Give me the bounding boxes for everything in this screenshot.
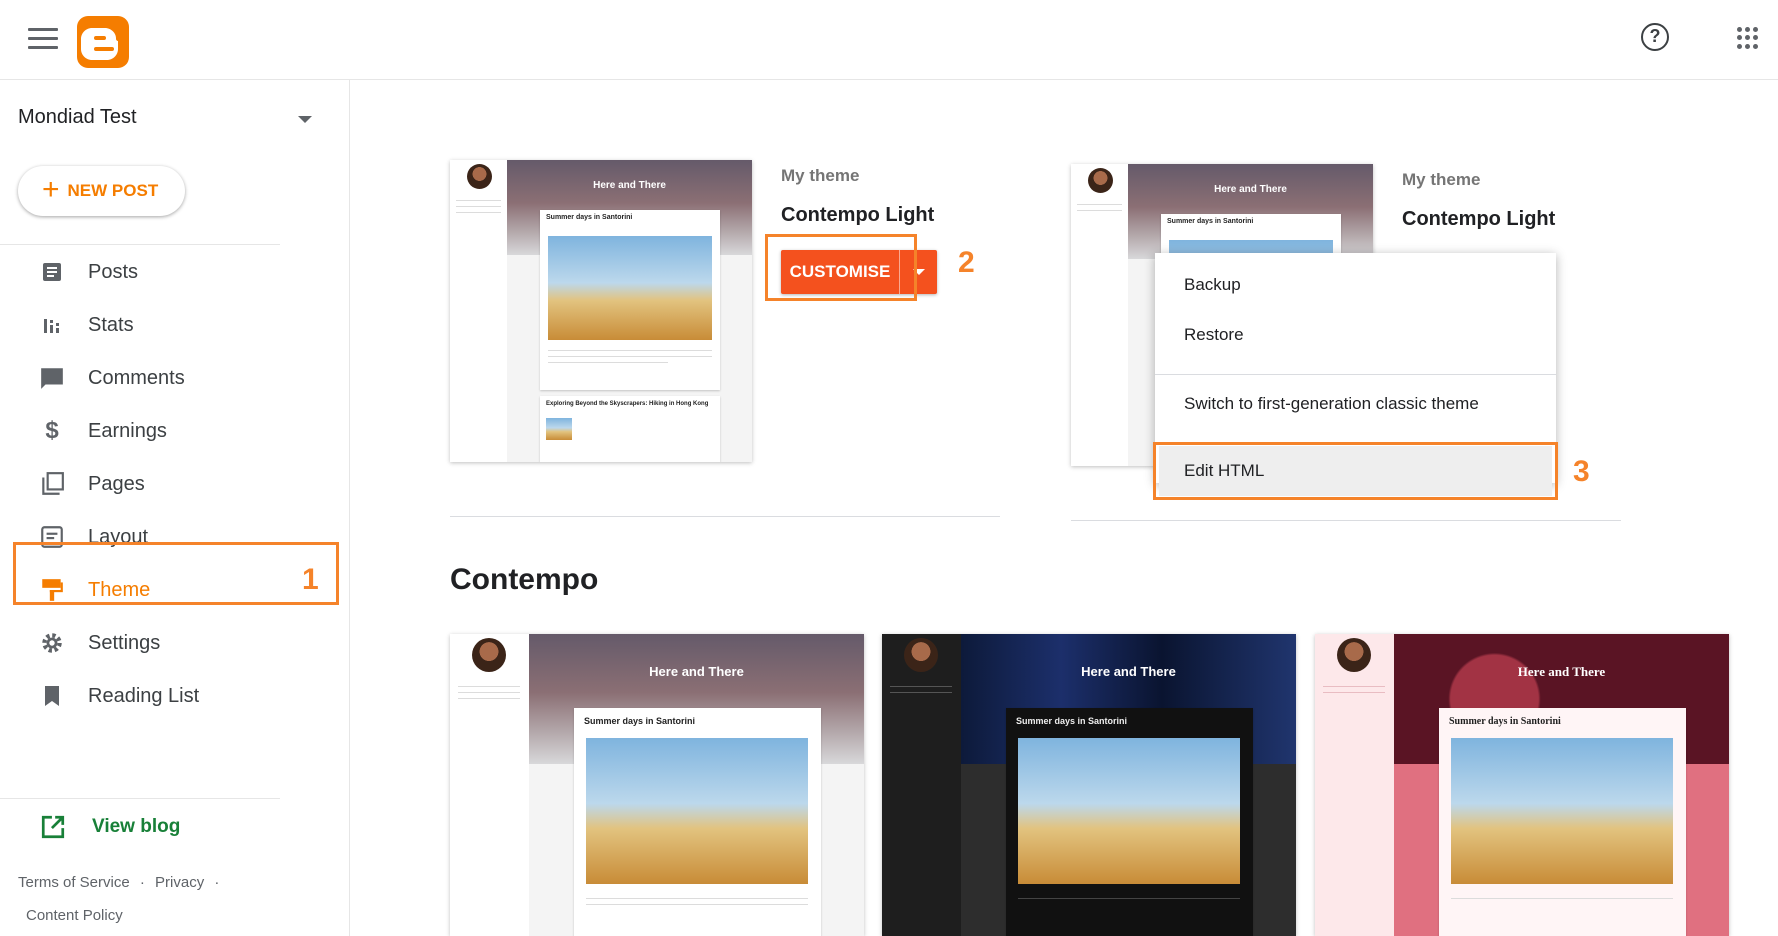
menu-divider <box>1155 374 1556 375</box>
view-blog-label: View blog <box>92 816 181 837</box>
divider <box>1071 520 1621 521</box>
sidebar-item-label: Settings <box>88 631 161 654</box>
separator-dot: · <box>139 874 145 891</box>
theme-highlight-box <box>13 542 339 605</box>
step-3-marker: 3 <box>1573 455 1590 488</box>
divider <box>450 516 1000 517</box>
sidebar-item-label: Reading List <box>88 684 200 707</box>
footer-links: Terms of Service · Privacy · Content Pol… <box>18 866 318 932</box>
menu-item-switch-classic[interactable]: Switch to first-generation classic theme <box>1155 379 1556 429</box>
separator-dot: · <box>214 874 220 891</box>
blog-selector-caret-icon[interactable] <box>298 116 312 123</box>
sidebar-item-settings[interactable]: Settings <box>38 621 338 665</box>
blogger-logo[interactable] <box>77 16 129 68</box>
plus-icon: + <box>42 172 60 206</box>
current-theme-name: Contempo Light <box>781 204 935 226</box>
thumb-post-title: Summer days in Santorini <box>584 716 696 726</box>
menu-item-backup[interactable]: Backup <box>1155 260 1556 310</box>
sidebar-item-earnings[interactable]: $ Earnings <box>38 409 338 453</box>
my-theme-label: My theme <box>1402 170 1481 189</box>
my-theme-label: My theme <box>781 166 860 185</box>
sidebar-item-label: Comments <box>88 366 185 389</box>
bookmark-icon <box>38 682 66 710</box>
current-theme-name: Contempo Light <box>1402 208 1556 230</box>
blog-selector[interactable]: Mondiad Test <box>18 106 137 129</box>
sidebar-item-label: Pages <box>88 472 145 495</box>
customise-highlight-box <box>765 234 917 301</box>
thumb-post-title: Summer days in Santorini <box>1016 716 1128 726</box>
view-blog-link[interactable]: View blog <box>40 814 180 840</box>
pages-icon <box>38 470 66 498</box>
top-bar: ? <box>0 0 1778 80</box>
sidebar-item-pages[interactable]: Pages <box>38 462 338 506</box>
sidebar-item-label: Stats <box>88 313 134 336</box>
sidebar-item-comments[interactable]: Comments <box>38 356 338 400</box>
new-post-label: NEW POST <box>67 181 159 200</box>
thumb-blog-title: Here and There <box>1517 664 1606 679</box>
theme-thumb-contempo-dark[interactable]: Here and There Summer days in Santorini <box>882 634 1296 936</box>
sidebar: Mondiad Test + NEW POST Posts Stats Comm… <box>0 80 350 936</box>
sidebar-item-stats[interactable]: Stats <box>38 303 338 347</box>
new-post-button[interactable]: + NEW POST <box>18 166 185 216</box>
privacy-link[interactable]: Privacy <box>155 874 204 891</box>
thumb-post-title: Summer days in Santorini <box>1167 218 1254 225</box>
hamburger-icon[interactable] <box>28 28 58 52</box>
dollar-icon: $ <box>45 417 59 444</box>
terms-link[interactable]: Terms of Service <box>18 874 130 891</box>
theme-thumb-contempo-rose[interactable]: Here and There Summer days in Santorini <box>1315 634 1729 936</box>
theme-thumb-contempo-light[interactable]: Here and There Summer days in Santorini <box>450 634 864 936</box>
menu-item-restore[interactable]: Restore <box>1155 310 1556 360</box>
thumb-blog-title: Here and There <box>649 664 744 679</box>
posts-icon <box>38 258 66 286</box>
content-policy-link[interactable]: Content Policy <box>26 907 123 924</box>
stats-icon <box>38 311 66 339</box>
gear-icon <box>38 629 66 657</box>
sidebar-item-label: Posts <box>88 260 139 283</box>
current-theme-thumbnail[interactable]: Here and There Summer days in Santorini … <box>450 160 752 462</box>
divider <box>0 244 280 245</box>
step-2-marker: 2 <box>958 246 975 279</box>
open-external-icon <box>40 814 66 840</box>
thumb-post-title: Summer days in Santorini <box>1449 716 1561 727</box>
sidebar-item-reading-list[interactable]: Reading List <box>38 674 338 718</box>
divider <box>0 798 280 799</box>
thumb-blog-title: Here and There <box>1214 184 1287 195</box>
edit-html-highlight-box <box>1153 442 1558 500</box>
comments-icon <box>38 364 66 392</box>
thumb-post-title: Summer days in Santorini <box>546 214 633 221</box>
apps-grid-icon[interactable] <box>1737 27 1759 49</box>
thumb-blog-title: Here and There <box>593 180 666 191</box>
sidebar-item-posts[interactable]: Posts <box>38 250 338 294</box>
section-title-contempo: Contempo <box>450 563 599 596</box>
thumb-post-title: Exploring Beyond the Skyscrapers: Hiking… <box>546 401 709 407</box>
main-content: Here and There Summer days in Santorini … <box>351 80 1778 936</box>
thumb-blog-title: Here and There <box>1081 664 1176 679</box>
help-circle-icon[interactable]: ? <box>1641 23 1669 51</box>
sidebar-item-label: Earnings <box>88 419 167 442</box>
